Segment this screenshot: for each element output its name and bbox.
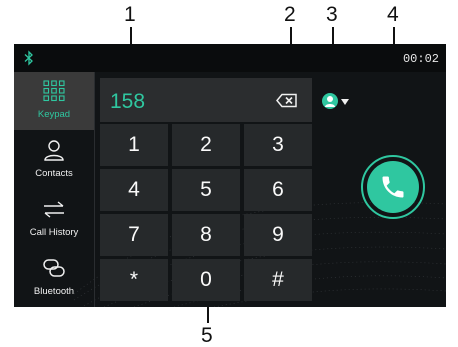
- sidebar-divider: [94, 72, 95, 307]
- keypad-icon: [43, 80, 65, 102]
- key-8[interactable]: 8: [172, 214, 240, 256]
- key-6[interactable]: 6: [244, 169, 312, 211]
- call-button[interactable]: [367, 161, 419, 213]
- sidebar-item-contacts[interactable]: Contacts: [14, 131, 94, 189]
- key-3[interactable]: 3: [244, 124, 312, 166]
- number-display: 158: [100, 78, 312, 122]
- status-bar: 00:02: [14, 44, 446, 72]
- person-icon: [44, 140, 64, 161]
- phone-icon: [382, 176, 404, 198]
- backspace-icon[interactable]: [276, 93, 298, 108]
- key-9[interactable]: 9: [244, 214, 312, 256]
- clock: 00:02: [402, 52, 439, 66]
- arrows-icon: [44, 201, 64, 218]
- link-icon: [43, 259, 65, 277]
- sidebar-item-bluetooth[interactable]: Bluetooth: [14, 249, 94, 307]
- callout-4: 4: [387, 3, 399, 26]
- key-7[interactable]: 7: [100, 214, 168, 256]
- bluetooth-icon: [24, 50, 33, 66]
- head-unit-screen: 00:02 Keypad Contacts Call History Bluet…: [14, 44, 446, 307]
- callout-1: 1: [124, 3, 136, 26]
- sidebar-item-call-history[interactable]: Call History: [14, 190, 94, 248]
- key-2[interactable]: 2: [172, 124, 240, 166]
- callout-2: 2: [284, 3, 296, 26]
- sidebar-item-label: Contacts: [35, 168, 73, 179]
- callout-3: 3: [326, 3, 338, 26]
- key-5[interactable]: 5: [172, 169, 240, 211]
- key-1[interactable]: 1: [100, 124, 168, 166]
- keypad: 1 2 3 4 5 6 7 8 9 * 0 #: [100, 124, 312, 302]
- dialed-number: 158: [110, 90, 146, 113]
- sidebar-item-label: Bluetooth: [33, 286, 75, 297]
- sidebar-item-label: Call History: [29, 227, 79, 238]
- sidebar: Keypad Contacts Call History Bluetooth: [14, 72, 94, 307]
- contact-dropdown-icon[interactable]: [320, 89, 350, 113]
- sidebar-item-keypad[interactable]: Keypad: [14, 72, 94, 130]
- key-star[interactable]: *: [100, 259, 168, 301]
- key-hash[interactable]: #: [244, 259, 312, 301]
- sidebar-item-label: Keypad: [37, 109, 71, 120]
- key-4[interactable]: 4: [100, 169, 168, 211]
- callout-5: 5: [201, 324, 213, 347]
- key-0[interactable]: 0: [172, 259, 240, 301]
